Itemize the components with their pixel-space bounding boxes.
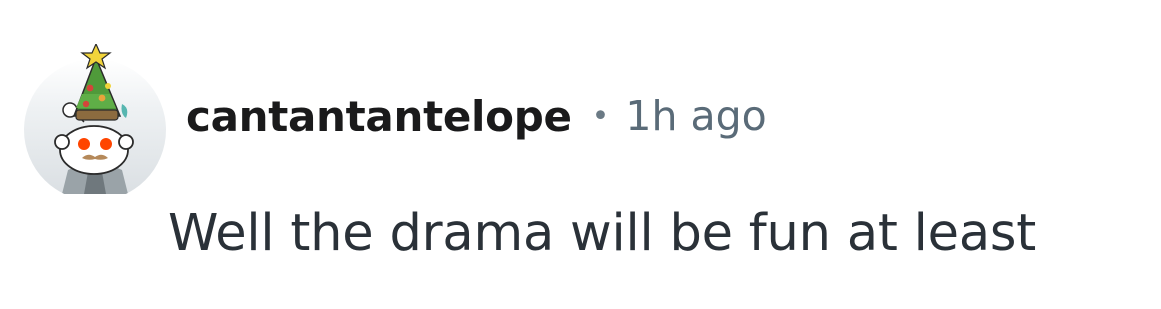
user-avatar[interactable] <box>22 42 172 201</box>
username-link[interactable]: cantantantelope <box>186 92 572 141</box>
comment-header: cantantantelope • 1h ago <box>186 84 767 148</box>
snoo-avatar-icon <box>24 42 166 201</box>
comment: cantantantelope • 1h ago Well the drama … <box>0 0 1161 309</box>
meta-separator: • <box>591 98 610 134</box>
comment-timestamp[interactable]: 1h ago <box>625 92 766 140</box>
comment-body: Well the drama will be fun at least <box>168 204 1037 263</box>
